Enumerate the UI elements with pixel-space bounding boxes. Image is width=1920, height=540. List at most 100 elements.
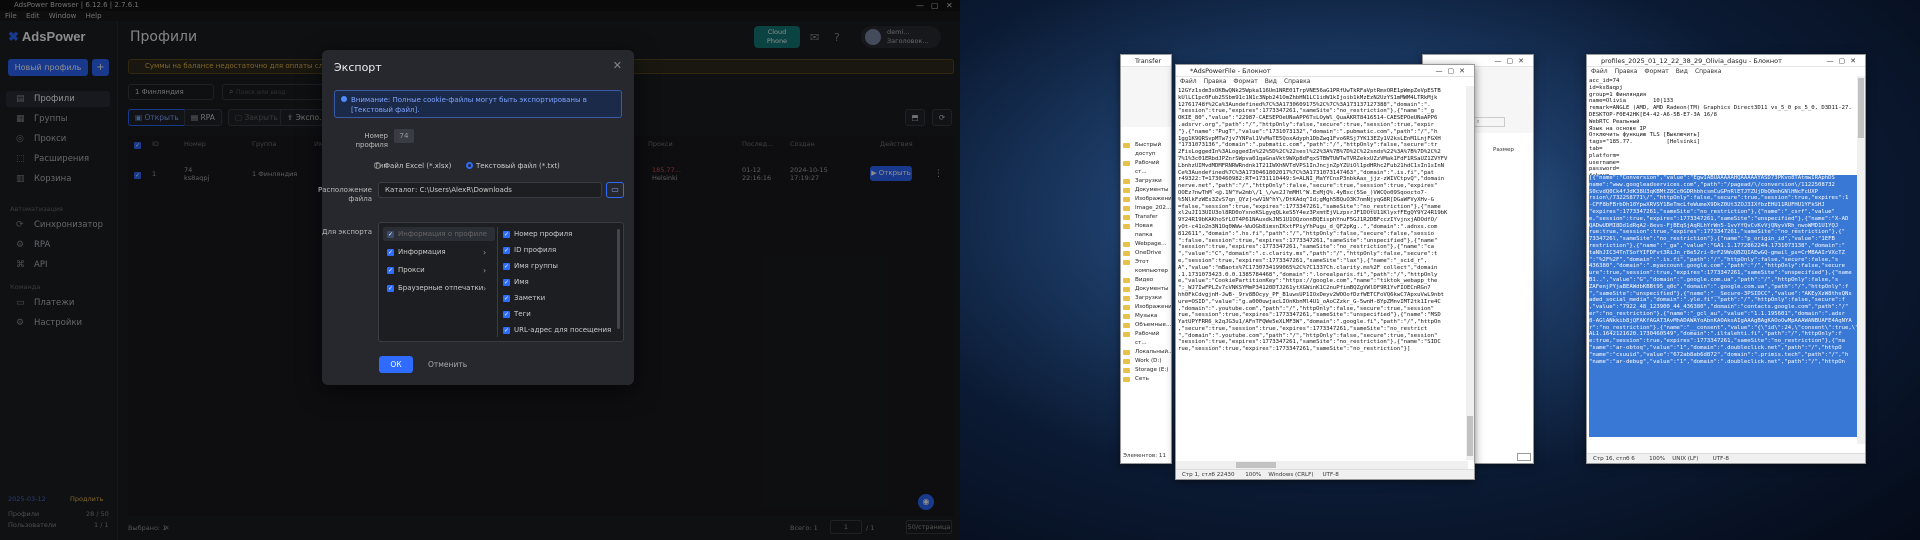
desktop-wallpaper: Transfer Быстрый доступ Рабочий ст... Загр… bbox=[960, 0, 1920, 540]
nav-pane-item[interactable]: Webpage... bbox=[1121, 240, 1171, 249]
nav-pane-label: Быстрый доступ bbox=[1135, 142, 1162, 157]
window-controls-icon[interactable]: —▢✕ bbox=[1495, 55, 1529, 67]
nav-pane-item[interactable]: Image_202... bbox=[1121, 204, 1171, 213]
menu-help[interactable]: Справка bbox=[1695, 68, 1721, 75]
chevron-right-icon[interactable]: › bbox=[483, 266, 486, 275]
nav-pane-item[interactable]: Документы bbox=[1121, 285, 1171, 294]
chevron-right-icon[interactable]: › bbox=[483, 248, 486, 257]
nav-pane-item[interactable]: Локальный... bbox=[1121, 348, 1171, 357]
field-tags[interactable]: ✓ Теги bbox=[503, 309, 531, 320]
window-controls-icon[interactable]: —▢✕ bbox=[1827, 55, 1861, 67]
explorer-titlebar: Transfer bbox=[1121, 55, 1171, 67]
notepad1-hscroll[interactable] bbox=[1176, 461, 1468, 469]
nav-pane-item[interactable]: Transfer bbox=[1121, 213, 1171, 222]
info-icon bbox=[341, 96, 347, 102]
view-toggle-icon[interactable] bbox=[1517, 453, 1531, 461]
location-input[interactable]: Каталог: C:\Users\AlexR\Downloads bbox=[378, 182, 602, 198]
nav-pane-item[interactable]: Этот компьютер bbox=[1121, 258, 1171, 276]
checkbox-checked-icon: ✓ bbox=[503, 231, 510, 238]
field-name[interactable]: ✓ Имя bbox=[503, 277, 529, 288]
nav-pane-item[interactable]: Изображения bbox=[1121, 195, 1171, 204]
field-group-name[interactable]: ✓ Имя группы bbox=[503, 261, 558, 272]
fields-scrollbar[interactable] bbox=[617, 229, 620, 329]
checkbox-checked-icon: ✓ bbox=[387, 231, 394, 238]
field-visit-url[interactable]: ✓ URL-адрес для посещения bbox=[503, 325, 611, 336]
notepad2-title: profiles_2025_01_12_22_38_29_Olivia_dasg… bbox=[1601, 57, 1782, 65]
menu-view[interactable]: Вид bbox=[1676, 68, 1688, 75]
field-notes[interactable]: ✓ Заметки bbox=[503, 293, 545, 304]
folder-icon bbox=[1123, 323, 1130, 328]
notepad2-text-selected[interactable]: [{"name":"Conversion","value":"EgwIABUAA… bbox=[1589, 175, 1857, 437]
folder-icon bbox=[1123, 224, 1130, 229]
nav-pane-item[interactable]: Work (D:) bbox=[1121, 357, 1171, 366]
nav-pane-item[interactable]: OneDrive bbox=[1121, 249, 1171, 258]
nav-pane-label: Музыка bbox=[1135, 313, 1158, 319]
browse-folder-button[interactable]: ▭ bbox=[606, 182, 624, 198]
menu-edit[interactable]: Правка bbox=[1204, 78, 1227, 85]
folder-icon bbox=[1123, 215, 1130, 220]
nav-pane-label: Новая папка bbox=[1135, 223, 1153, 238]
nav-pane-item[interactable]: Музыка bbox=[1121, 312, 1171, 321]
menu-format[interactable]: Формат bbox=[1644, 68, 1668, 75]
notepad1-title: *AdsPowerFile - Блокнот bbox=[1190, 67, 1271, 75]
nav-pane-item[interactable]: Видео bbox=[1121, 276, 1171, 285]
folder-icon bbox=[1123, 377, 1130, 382]
menu-help[interactable]: Справка bbox=[1284, 78, 1310, 85]
notepad1-text[interactable]: 12GYz1sdm3sOKBwQNk25Wpka116Um1NRE01TrpVN… bbox=[1178, 88, 1466, 458]
ok-button[interactable]: ОК bbox=[379, 356, 413, 373]
type-excel-radio[interactable]: Файл Excel (*.xlsx) bbox=[374, 162, 451, 170]
field-label: Имя bbox=[514, 278, 529, 286]
nav-pane-label: Загрузки bbox=[1135, 178, 1162, 184]
explorer-nav-pane: Быстрый доступ Рабочий ст... Загрузки Докум… bbox=[1121, 127, 1171, 384]
nav-pane-item[interactable]: Storage (E:) bbox=[1121, 366, 1171, 375]
notepad2-vscroll[interactable] bbox=[1857, 76, 1865, 444]
checkbox-checked-icon: ✓ bbox=[503, 327, 510, 334]
close-icon[interactable]: ✕ bbox=[613, 59, 622, 72]
folder-icon bbox=[1123, 359, 1130, 364]
nav-pane-item[interactable]: Объемные... bbox=[1121, 321, 1171, 330]
field-group-label: Информация bbox=[398, 248, 446, 256]
nav-pane-item[interactable]: Загрузки bbox=[1121, 177, 1171, 186]
notepad2-text-plain[interactable]: acc_id=74 id=ks8aqpj group=1 Финляндия n… bbox=[1589, 78, 1857, 176]
nav-pane-item[interactable]: Быстрый доступ bbox=[1121, 141, 1171, 159]
field-group-proxy[interactable]: ✓ Прокси bbox=[387, 265, 425, 276]
menu-file[interactable]: Файл bbox=[1591, 68, 1608, 75]
nav-pane-label: Загрузки bbox=[1135, 295, 1162, 301]
nav-pane-label: Видео bbox=[1135, 277, 1154, 283]
folder-icon bbox=[1123, 278, 1130, 283]
menu-format[interactable]: Формат bbox=[1233, 78, 1257, 85]
folder-icon bbox=[1123, 305, 1130, 310]
nav-pane-item[interactable]: Рабочий ст... bbox=[1121, 330, 1171, 348]
checkbox-checked-icon: ✓ bbox=[387, 267, 394, 274]
type-text-label: Текстовый файл (*.txt) bbox=[476, 162, 560, 170]
nav-pane-item[interactable]: Документы bbox=[1121, 186, 1171, 195]
folder-icon bbox=[1123, 251, 1130, 256]
nav-pane-item[interactable]: Изображения bbox=[1121, 303, 1171, 312]
field-profile-number[interactable]: ✓ Номер профиля bbox=[503, 229, 572, 240]
type-text-radio[interactable]: Текстовый файл (*.txt) bbox=[466, 162, 560, 170]
field-profile-id[interactable]: ✓ ID профиля bbox=[503, 245, 556, 256]
notepad1-vscroll[interactable] bbox=[1466, 86, 1474, 460]
checkbox-checked-icon: ✓ bbox=[387, 285, 394, 292]
fields-divider bbox=[497, 227, 498, 337]
nav-pane-label: Документы bbox=[1135, 187, 1169, 193]
menu-file[interactable]: Файл bbox=[1180, 78, 1197, 85]
nav-pane-item[interactable]: Сеть bbox=[1121, 375, 1171, 384]
notepad1-statusbar: Стр 1, стлб 22430 100% Windows (CRLF) UT… bbox=[1176, 469, 1474, 479]
nav-pane-label: Webpage... bbox=[1135, 241, 1167, 247]
field-group-fingerprints[interactable]: ✓ Браузерные отпечатки bbox=[387, 283, 483, 294]
window-controls-icon[interactable]: —▢✕ bbox=[1436, 65, 1470, 77]
nav-pane-label: Transfer bbox=[1135, 214, 1158, 220]
nav-pane-item[interactable]: Загрузки bbox=[1121, 294, 1171, 303]
explorer-ribbon bbox=[1121, 67, 1171, 127]
nav-pane-item[interactable]: Новая папка bbox=[1121, 222, 1171, 240]
nav-pane-item[interactable]: Рабочий ст... bbox=[1121, 159, 1171, 177]
menu-edit[interactable]: Правка bbox=[1615, 68, 1638, 75]
field-group-profile-info[interactable]: ✓ Информация о профиле bbox=[387, 229, 487, 240]
nav-pane-label: Изображения bbox=[1135, 196, 1172, 202]
notepad2-statusbar: Стр 16, стлб 6 100% UNIX (LF) UTF-8 bbox=[1587, 453, 1865, 463]
cancel-button[interactable]: Отменить bbox=[428, 356, 467, 373]
menu-view[interactable]: Вид bbox=[1265, 78, 1277, 85]
chevron-right-icon[interactable]: › bbox=[483, 284, 486, 293]
field-group-info[interactable]: ✓ Информация bbox=[387, 247, 446, 258]
